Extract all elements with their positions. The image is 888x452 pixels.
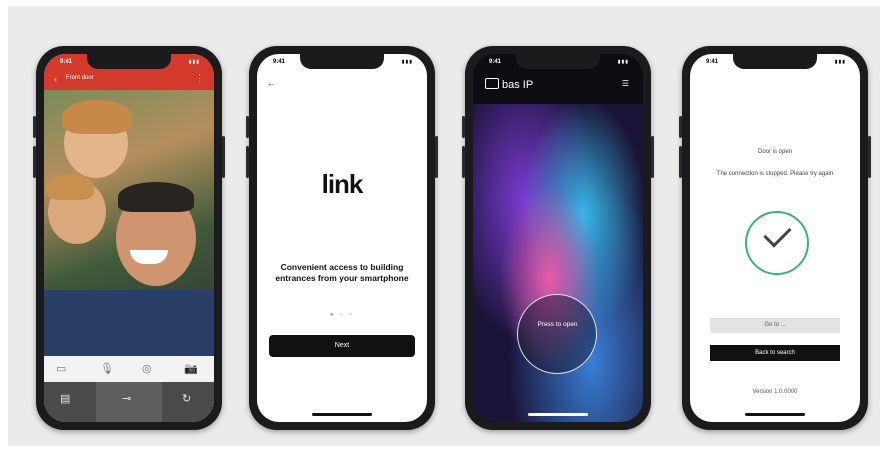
phone-side-button (246, 146, 249, 178)
screen: 9:41 ▮▮▮ bas IP ☰ Press to open (473, 54, 643, 422)
signal-icon: ▮▮▮ (834, 59, 846, 65)
notch (87, 54, 171, 69)
secondary-action-button[interactable]: Go to ... (710, 318, 840, 333)
next-button[interactable]: Next (269, 335, 415, 357)
status-time: 9:41 (273, 59, 286, 65)
press-to-open-button[interactable] (517, 294, 597, 374)
notch (300, 54, 384, 69)
status-title: Door is open (757, 149, 793, 155)
speaker-icon[interactable]: ◎ (142, 362, 152, 375)
home-indicator (745, 413, 805, 416)
switch-camera-icon[interactable]: ↻ (182, 392, 191, 405)
camera-icon[interactable]: 📷 (184, 362, 198, 375)
phone-side-button (246, 116, 249, 138)
phone-side-button (679, 146, 682, 178)
phone-press-to-open: 9:41 ▮▮▮ bas IP ☰ Press to open (462, 46, 654, 430)
status-detail: The connection is stopped. Please try ag… (716, 171, 834, 177)
video-clothing (44, 290, 214, 356)
phone-side-button (435, 136, 438, 178)
screen: 9:41 ▮▮▮ ‹ Front door ⋮ ▭ 🎙 ◎ 📷 ▤ ⊸ ↻ (44, 54, 214, 422)
signal-icon: ▮▮▮ (401, 59, 413, 65)
phone-side-button (462, 146, 465, 178)
phone-onboarding: 9:41 ▮▮▮ ← link Convenient access to bui… (246, 46, 438, 430)
phone-side-button (33, 116, 36, 138)
video-hair (46, 174, 94, 200)
call-bottom-bar: ▤ ⊸ ↻ (44, 382, 214, 422)
video-hair (62, 100, 132, 134)
screen: 9:41 ▮▮▮ Door is open The connection is … (690, 54, 860, 422)
success-check-icon (745, 211, 809, 275)
phone-side-button (868, 136, 871, 178)
page-indicator: ● ○ ○ (329, 312, 355, 318)
version-label: Version 1.0.0000 (752, 389, 798, 395)
phone-side-button (462, 116, 465, 138)
signal-icon: ▮▮▮ (188, 59, 200, 65)
keypad-icon[interactable]: ▤ (60, 392, 70, 405)
key-icon[interactable]: ⊸ (122, 392, 131, 405)
back-to-search-button[interactable]: Back to search (710, 345, 840, 361)
phone-side-button (33, 146, 36, 178)
more-icon[interactable]: ⋮ (195, 73, 204, 84)
back-arrow-icon[interactable]: ← (267, 78, 276, 88)
notch (733, 54, 817, 69)
menu-icon[interactable]: ☰ (622, 79, 629, 88)
press-to-open-label: Press to open (537, 321, 578, 328)
phone-intercom-call: 9:41 ▮▮▮ ‹ Front door ⋮ ▭ 🎙 ◎ 📷 ▤ ⊸ ↻ (33, 46, 225, 430)
screenshot-background: 9:41 ▮▮▮ ‹ Front door ⋮ ▭ 🎙 ◎ 📷 ▤ ⊸ ↻ 9:… (8, 6, 880, 446)
signal-icon: ▮▮▮ (617, 59, 629, 65)
home-indicator (312, 413, 372, 416)
home-indicator (528, 413, 588, 416)
video-hair (118, 182, 194, 212)
phone-side-button (679, 116, 682, 138)
video-toggle-icon[interactable]: ▭ (56, 362, 66, 375)
checkmark-icon (763, 219, 792, 248)
phone-side-button (222, 136, 225, 178)
link-logo: link (321, 169, 364, 199)
screen: 9:41 ▮▮▮ ← link Convenient access to bui… (257, 54, 427, 422)
video-feed (44, 90, 214, 356)
phone-door-opened: 9:41 ▮▮▮ Door is open The connection is … (679, 46, 871, 430)
status-time: 9:41 (489, 59, 502, 65)
microphone-icon[interactable]: 🎙 (100, 362, 114, 375)
notch (516, 54, 600, 69)
back-arrow-icon[interactable]: ‹ (54, 74, 57, 84)
brand-header: bas IP (485, 78, 533, 91)
device-name: Front door (66, 75, 94, 81)
status-time: 9:41 (60, 59, 73, 65)
background-art (473, 104, 643, 422)
bas-ip-logo-icon (485, 78, 499, 89)
onboarding-tagline: Convenient access to building entrances … (275, 262, 409, 283)
call-controls: ▭ 🎙 ◎ 📷 (44, 356, 214, 382)
phone-side-button (651, 136, 654, 178)
status-time: 9:41 (706, 59, 719, 65)
brand-name: bas IP (502, 79, 534, 91)
